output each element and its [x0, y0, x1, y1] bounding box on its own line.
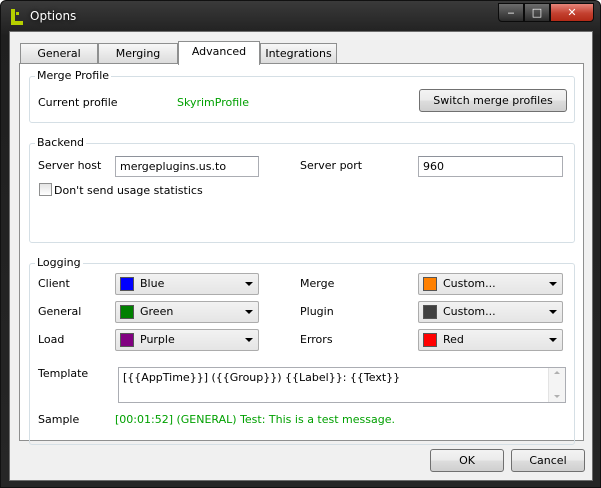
maximize-button[interactable]: □	[524, 3, 550, 22]
tab-general[interactable]: General	[20, 43, 98, 63]
dialog-body: General Merging Advanced Integrations Me…	[9, 31, 593, 481]
tab-integrations[interactable]: Integrations	[260, 43, 337, 63]
errors-color-select[interactable]: Red	[418, 329, 563, 351]
options-window: Options ‒ □ ✕ General Merging Advanced I…	[0, 0, 601, 488]
close-button[interactable]: ✕	[550, 3, 594, 22]
select-value: Purple	[140, 333, 175, 346]
tab-advanced[interactable]: Advanced	[178, 41, 260, 65]
group-label: Backend	[35, 136, 87, 149]
scroll-down-icon	[554, 395, 560, 398]
select-value: Green	[140, 305, 174, 318]
app-icon	[11, 9, 23, 25]
plugin-color-select[interactable]: Custom...	[418, 301, 563, 323]
group-label: Logging	[35, 256, 83, 269]
caption-buttons: ‒ □ ✕	[498, 3, 594, 22]
color-swatch	[423, 305, 437, 319]
general-label: General	[38, 305, 82, 318]
usage-stats-label: Don't send usage statistics	[54, 184, 203, 197]
sample-label: Sample	[38, 413, 80, 426]
switch-profiles-button[interactable]: Switch merge profiles	[419, 89, 567, 112]
errors-label: Errors	[300, 333, 333, 346]
usage-stats-checkbox[interactable]	[39, 183, 52, 196]
template-label: Template	[38, 367, 89, 380]
tab-merging[interactable]: Merging	[98, 43, 178, 63]
select-value: Custom...	[443, 305, 496, 318]
template-scrollbar[interactable]	[548, 368, 565, 402]
server-host-label: Server host	[38, 159, 102, 172]
chevron-down-icon	[549, 282, 557, 286]
logging-group: Logging Client Blue Merge Custom... Gene…	[29, 256, 575, 445]
color-swatch	[120, 277, 134, 291]
current-profile-value: SkyrimProfile	[177, 96, 249, 109]
cancel-button[interactable]: Cancel	[511, 449, 585, 472]
color-swatch	[423, 277, 437, 291]
select-value: Custom...	[443, 277, 496, 290]
select-value: Red	[443, 333, 464, 346]
color-swatch	[120, 333, 134, 347]
load-color-select[interactable]: Purple	[115, 329, 259, 351]
current-profile-label: Current profile	[38, 96, 118, 109]
minimize-button[interactable]: ‒	[498, 3, 524, 22]
chevron-down-icon	[549, 310, 557, 314]
merge-label: Merge	[300, 277, 335, 290]
load-label: Load	[38, 333, 65, 346]
group-label: Merge Profile	[35, 69, 112, 82]
server-host-input[interactable]: mergeplugins.us.to	[115, 156, 259, 177]
general-color-select[interactable]: Green	[115, 301, 259, 323]
ok-button[interactable]: OK	[430, 449, 504, 472]
chevron-down-icon	[245, 338, 253, 342]
backend-group: Backend Server host mergeplugins.us.to S…	[29, 136, 575, 243]
plugin-label: Plugin	[300, 305, 334, 318]
color-swatch	[423, 333, 437, 347]
template-text: [{{AppTime}}] ({{Group}}) {{Label}}: {{T…	[123, 371, 401, 384]
client-label: Client	[38, 277, 70, 290]
sample-value: [00:01:52] (GENERAL) Test: This is a tes…	[115, 413, 395, 426]
scroll-up-icon	[554, 371, 560, 374]
title-bar[interactable]: Options ‒ □ ✕	[1, 1, 600, 33]
window-title: Options	[30, 9, 77, 23]
chevron-down-icon	[245, 282, 253, 286]
merge-color-select[interactable]: Custom...	[418, 273, 563, 295]
color-swatch	[120, 305, 134, 319]
advanced-panel: Merge Profile Current profile SkyrimProf…	[19, 63, 584, 445]
merge-profile-group: Merge Profile Current profile SkyrimProf…	[29, 69, 575, 123]
chevron-down-icon	[245, 310, 253, 314]
select-value: Blue	[140, 277, 165, 290]
server-port-label: Server port	[300, 159, 363, 172]
template-input[interactable]: [{{AppTime}}] ({{Group}}) {{Label}}: {{T…	[118, 367, 566, 403]
client-color-select[interactable]: Blue	[115, 273, 259, 295]
server-port-input[interactable]: 960	[418, 156, 563, 177]
chevron-down-icon	[549, 338, 557, 342]
